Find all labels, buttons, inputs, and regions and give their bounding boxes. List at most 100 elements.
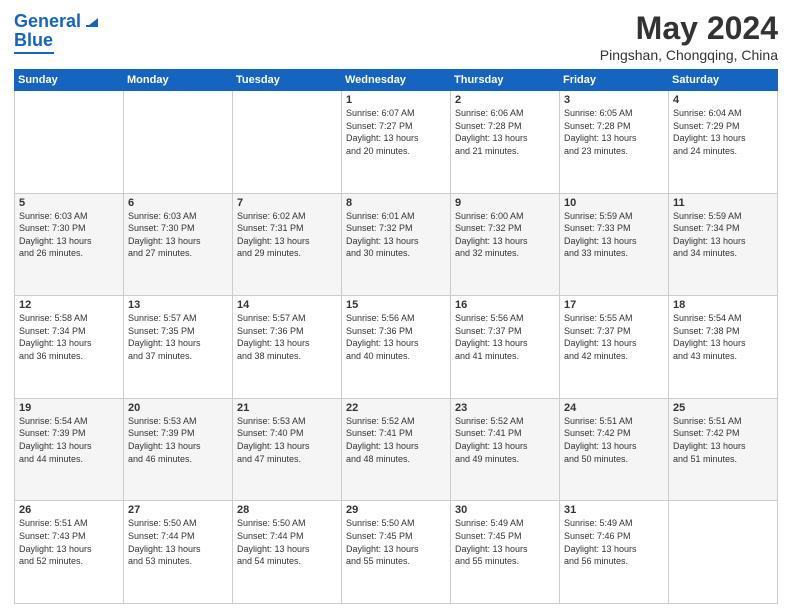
day-number: 12: [19, 299, 119, 311]
day-number: 30: [455, 504, 555, 516]
day-number: 27: [128, 504, 228, 516]
day-info: Sunrise: 6:00 AM Sunset: 7:32 PM Dayligh…: [455, 210, 555, 260]
day-info: Sunrise: 5:57 AM Sunset: 7:36 PM Dayligh…: [237, 312, 337, 362]
day-number: 7: [237, 197, 337, 209]
calendar-cell: [15, 91, 124, 194]
day-info: Sunrise: 5:50 AM Sunset: 7:44 PM Dayligh…: [237, 517, 337, 567]
day-number: 17: [564, 299, 664, 311]
calendar-cell: 7Sunrise: 6:02 AM Sunset: 7:31 PM Daylig…: [233, 193, 342, 296]
calendar-cell: 27Sunrise: 5:50 AM Sunset: 7:44 PM Dayli…: [124, 501, 233, 604]
day-number: 14: [237, 299, 337, 311]
calendar-cell: 9Sunrise: 6:00 AM Sunset: 7:32 PM Daylig…: [451, 193, 560, 296]
calendar-cell: 21Sunrise: 5:53 AM Sunset: 7:40 PM Dayli…: [233, 398, 342, 501]
calendar-cell: 2Sunrise: 6:06 AM Sunset: 7:28 PM Daylig…: [451, 91, 560, 194]
logo-icon: [84, 12, 100, 28]
calendar-cell: 5Sunrise: 6:03 AM Sunset: 7:30 PM Daylig…: [15, 193, 124, 296]
day-info: Sunrise: 5:51 AM Sunset: 7:42 PM Dayligh…: [673, 415, 773, 465]
day-number: 2: [455, 94, 555, 106]
calendar-cell: [233, 91, 342, 194]
day-number: 6: [128, 197, 228, 209]
calendar-cell: 24Sunrise: 5:51 AM Sunset: 7:42 PM Dayli…: [560, 398, 669, 501]
day-info: Sunrise: 5:50 AM Sunset: 7:45 PM Dayligh…: [346, 517, 446, 567]
day-number: 1: [346, 94, 446, 106]
calendar-cell: [124, 91, 233, 194]
column-header-saturday: Saturday: [669, 70, 778, 91]
day-info: Sunrise: 6:04 AM Sunset: 7:29 PM Dayligh…: [673, 107, 773, 157]
calendar-cell: [669, 501, 778, 604]
calendar-cell: 3Sunrise: 6:05 AM Sunset: 7:28 PM Daylig…: [560, 91, 669, 194]
day-number: 28: [237, 504, 337, 516]
day-number: 5: [19, 197, 119, 209]
day-number: 4: [673, 94, 773, 106]
calendar-cell: 11Sunrise: 5:59 AM Sunset: 7:34 PM Dayli…: [669, 193, 778, 296]
column-header-tuesday: Tuesday: [233, 70, 342, 91]
day-number: 25: [673, 402, 773, 414]
day-info: Sunrise: 5:54 AM Sunset: 7:38 PM Dayligh…: [673, 312, 773, 362]
day-number: 18: [673, 299, 773, 311]
day-number: 24: [564, 402, 664, 414]
calendar-title: May 2024: [600, 10, 778, 47]
day-number: 20: [128, 402, 228, 414]
calendar-cell: 8Sunrise: 6:01 AM Sunset: 7:32 PM Daylig…: [342, 193, 451, 296]
calendar-cell: 14Sunrise: 5:57 AM Sunset: 7:36 PM Dayli…: [233, 296, 342, 399]
day-info: Sunrise: 5:49 AM Sunset: 7:45 PM Dayligh…: [455, 517, 555, 567]
calendar-cell: 13Sunrise: 5:57 AM Sunset: 7:35 PM Dayli…: [124, 296, 233, 399]
day-number: 8: [346, 197, 446, 209]
calendar-cell: 23Sunrise: 5:52 AM Sunset: 7:41 PM Dayli…: [451, 398, 560, 501]
calendar-cell: 12Sunrise: 5:58 AM Sunset: 7:34 PM Dayli…: [15, 296, 124, 399]
calendar-cell: 17Sunrise: 5:55 AM Sunset: 7:37 PM Dayli…: [560, 296, 669, 399]
calendar-cell: 4Sunrise: 6:04 AM Sunset: 7:29 PM Daylig…: [669, 91, 778, 194]
day-info: Sunrise: 5:59 AM Sunset: 7:33 PM Dayligh…: [564, 210, 664, 260]
day-number: 3: [564, 94, 664, 106]
calendar-header-row: SundayMondayTuesdayWednesdayThursdayFrid…: [15, 70, 778, 91]
day-number: 16: [455, 299, 555, 311]
calendar-cell: 18Sunrise: 5:54 AM Sunset: 7:38 PM Dayli…: [669, 296, 778, 399]
calendar-cell: 6Sunrise: 6:03 AM Sunset: 7:30 PM Daylig…: [124, 193, 233, 296]
calendar-cell: 10Sunrise: 5:59 AM Sunset: 7:33 PM Dayli…: [560, 193, 669, 296]
column-header-wednesday: Wednesday: [342, 70, 451, 91]
day-number: 10: [564, 197, 664, 209]
day-info: Sunrise: 6:03 AM Sunset: 7:30 PM Dayligh…: [128, 210, 228, 260]
day-info: Sunrise: 5:51 AM Sunset: 7:43 PM Dayligh…: [19, 517, 119, 567]
day-info: Sunrise: 5:52 AM Sunset: 7:41 PM Dayligh…: [346, 415, 446, 465]
day-number: 29: [346, 504, 446, 516]
day-info: Sunrise: 5:51 AM Sunset: 7:42 PM Dayligh…: [564, 415, 664, 465]
column-header-monday: Monday: [124, 70, 233, 91]
calendar-cell: 30Sunrise: 5:49 AM Sunset: 7:45 PM Dayli…: [451, 501, 560, 604]
page: General Blue May 2024 Pingshan, Chongqin…: [0, 0, 792, 612]
day-info: Sunrise: 5:54 AM Sunset: 7:39 PM Dayligh…: [19, 415, 119, 465]
day-info: Sunrise: 5:53 AM Sunset: 7:40 PM Dayligh…: [237, 415, 337, 465]
calendar-row-2: 5Sunrise: 6:03 AM Sunset: 7:30 PM Daylig…: [15, 193, 778, 296]
calendar-cell: 20Sunrise: 5:53 AM Sunset: 7:39 PM Dayli…: [124, 398, 233, 501]
day-number: 19: [19, 402, 119, 414]
day-info: Sunrise: 6:05 AM Sunset: 7:28 PM Dayligh…: [564, 107, 664, 157]
day-number: 26: [19, 504, 119, 516]
day-info: Sunrise: 5:58 AM Sunset: 7:34 PM Dayligh…: [19, 312, 119, 362]
calendar-row-5: 26Sunrise: 5:51 AM Sunset: 7:43 PM Dayli…: [15, 501, 778, 604]
header: General Blue May 2024 Pingshan, Chongqin…: [14, 10, 778, 63]
day-number: 21: [237, 402, 337, 414]
calendar-cell: 29Sunrise: 5:50 AM Sunset: 7:45 PM Dayli…: [342, 501, 451, 604]
calendar-row-3: 12Sunrise: 5:58 AM Sunset: 7:34 PM Dayli…: [15, 296, 778, 399]
logo-blue-text: Blue: [14, 31, 53, 51]
day-number: 11: [673, 197, 773, 209]
day-info: Sunrise: 5:57 AM Sunset: 7:35 PM Dayligh…: [128, 312, 228, 362]
day-info: Sunrise: 6:03 AM Sunset: 7:30 PM Dayligh…: [19, 210, 119, 260]
day-info: Sunrise: 6:01 AM Sunset: 7:32 PM Dayligh…: [346, 210, 446, 260]
day-number: 22: [346, 402, 446, 414]
calendar-cell: 28Sunrise: 5:50 AM Sunset: 7:44 PM Dayli…: [233, 501, 342, 604]
day-info: Sunrise: 5:56 AM Sunset: 7:37 PM Dayligh…: [455, 312, 555, 362]
calendar-table: SundayMondayTuesdayWednesdayThursdayFrid…: [14, 69, 778, 604]
calendar-row-4: 19Sunrise: 5:54 AM Sunset: 7:39 PM Dayli…: [15, 398, 778, 501]
day-number: 9: [455, 197, 555, 209]
day-number: 15: [346, 299, 446, 311]
day-info: Sunrise: 5:50 AM Sunset: 7:44 PM Dayligh…: [128, 517, 228, 567]
calendar-row-1: 1Sunrise: 6:07 AM Sunset: 7:27 PM Daylig…: [15, 91, 778, 194]
day-info: Sunrise: 5:52 AM Sunset: 7:41 PM Dayligh…: [455, 415, 555, 465]
column-header-thursday: Thursday: [451, 70, 560, 91]
column-header-friday: Friday: [560, 70, 669, 91]
day-info: Sunrise: 5:55 AM Sunset: 7:37 PM Dayligh…: [564, 312, 664, 362]
logo-text: General: [14, 12, 81, 32]
day-info: Sunrise: 5:49 AM Sunset: 7:46 PM Dayligh…: [564, 517, 664, 567]
calendar-cell: 22Sunrise: 5:52 AM Sunset: 7:41 PM Dayli…: [342, 398, 451, 501]
